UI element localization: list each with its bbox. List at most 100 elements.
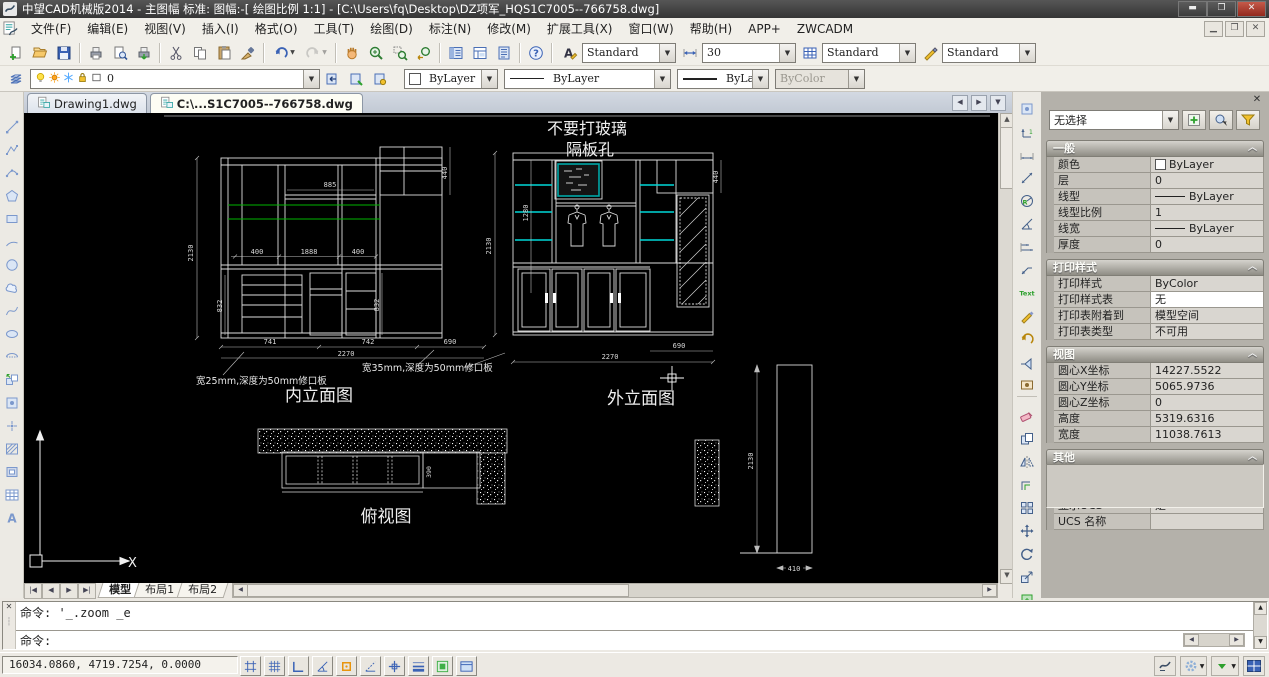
- layout-first-icon[interactable]: |◀: [24, 583, 42, 599]
- quick-select-icon[interactable]: [1209, 110, 1233, 130]
- offset-icon[interactable]: [1014, 474, 1040, 496]
- make-block-icon[interactable]: [1014, 98, 1040, 120]
- dimension-style-icon[interactable]: [1014, 351, 1040, 373]
- restore-button[interactable]: ❐: [1207, 1, 1236, 17]
- section-header[interactable]: 打印样式︿: [1046, 259, 1264, 276]
- text-icon[interactable]: Text: [1014, 282, 1040, 304]
- linear-dimension-icon[interactable]: [1014, 144, 1040, 166]
- make-block-icon[interactable]: [1, 392, 23, 414]
- tab-list-icon[interactable]: ▼: [990, 95, 1006, 111]
- menu-item[interactable]: 视图(V): [136, 18, 194, 40]
- command-close-icon[interactable]: ✕: [3, 602, 15, 611]
- layer-manager-icon[interactable]: [4, 67, 28, 91]
- menu-item[interactable]: 绘图(D): [362, 18, 421, 40]
- property-value[interactable]: 5319.6316: [1151, 411, 1264, 427]
- layout-next-icon[interactable]: ▶: [60, 583, 78, 599]
- linetype-combo[interactable]: ByLayer ▼: [504, 69, 671, 89]
- move-icon[interactable]: [1014, 520, 1040, 542]
- copy-icon[interactable]: [188, 41, 212, 65]
- horizontal-scroll-thumb[interactable]: [247, 584, 629, 597]
- ortho-toggle[interactable]: [288, 656, 309, 676]
- baseline-dimension-icon[interactable]: [1014, 236, 1040, 258]
- layout-tab-3[interactable]: 布局2: [177, 583, 229, 598]
- select-filter-icon[interactable]: [1236, 110, 1260, 130]
- help-icon[interactable]: ?: [524, 41, 548, 65]
- polar-toggle[interactable]: [312, 656, 333, 676]
- zoom-previous-icon[interactable]: [412, 41, 436, 65]
- copy-object-icon[interactable]: [1014, 428, 1040, 450]
- tab-scroll-right-icon[interactable]: ▶: [971, 95, 987, 111]
- scroll-right-icon[interactable]: ▶: [1229, 634, 1244, 646]
- ordinate-dimension-icon[interactable]: 1: [1014, 121, 1040, 143]
- command-hscrollbar[interactable]: ◀ ▶: [1183, 633, 1245, 647]
- scroll-up-icon[interactable]: ▲: [1254, 602, 1267, 615]
- property-value[interactable]: 11038.7613: [1151, 427, 1264, 443]
- menu-item[interactable]: 格式(O): [247, 18, 306, 40]
- settings-gear-icon[interactable]: ▼: [1180, 656, 1208, 676]
- property-value[interactable]: 0: [1151, 237, 1264, 253]
- pan-icon[interactable]: [340, 41, 364, 65]
- paste-icon[interactable]: [212, 41, 236, 65]
- property-value[interactable]: ByLayer: [1151, 221, 1264, 237]
- dropdown-arrow-icon[interactable]: ▼: [654, 70, 670, 88]
- dropdown-arrow-icon[interactable]: ▼: [303, 70, 319, 88]
- property-value[interactable]: 0: [1151, 173, 1264, 189]
- dropdown-arrow-icon[interactable]: ▼: [752, 70, 768, 88]
- color-combo[interactable]: ByLayer ▼: [404, 69, 498, 89]
- style-combo[interactable]: Standard▼: [942, 43, 1036, 63]
- scroll-right-icon[interactable]: ▶: [982, 584, 997, 597]
- dimension-edit-icon[interactable]: [1014, 305, 1040, 327]
- command-prompt-line[interactable]: 命令:: [16, 631, 1253, 649]
- snap-toggle[interactable]: [240, 656, 261, 676]
- match-properties-icon[interactable]: [236, 41, 260, 65]
- aligned-dimension-icon[interactable]: [1014, 167, 1040, 189]
- mirror-icon[interactable]: [1014, 451, 1040, 473]
- property-value[interactable]: 模型空间: [1151, 308, 1264, 324]
- property-value[interactable]: 1: [1151, 205, 1264, 221]
- design-center-icon[interactable]: [468, 41, 492, 65]
- layout-prev-icon[interactable]: ◀: [42, 583, 60, 599]
- quick-props-toggle[interactable]: [456, 656, 477, 676]
- layer-states-icon[interactable]: [344, 67, 368, 91]
- dropdown-arrow-icon[interactable]: ▼: [481, 70, 497, 88]
- undo-icon[interactable]: ▼: [268, 41, 300, 65]
- mleader-style-icon[interactable]: [918, 41, 942, 65]
- property-value[interactable]: ByLayer: [1151, 189, 1264, 205]
- dropdown-arrow-icon[interactable]: ▼: [899, 44, 915, 62]
- layer-previous-icon[interactable]: [320, 67, 344, 91]
- splitter-handle[interactable]: ┆: [3, 617, 15, 626]
- property-value[interactable]: 5065.9736: [1151, 379, 1264, 395]
- style-combo[interactable]: Standard▼: [582, 43, 676, 63]
- erase-icon[interactable]: [1014, 405, 1040, 427]
- spline-icon[interactable]: [1, 300, 23, 322]
- dropdown-arrow-icon[interactable]: ▼: [1019, 44, 1035, 62]
- panel-close-icon[interactable]: ✕: [1251, 94, 1263, 105]
- line-icon[interactable]: [1, 116, 23, 138]
- otrack-toggle[interactable]: [360, 656, 381, 676]
- menu-item[interactable]: 编辑(E): [79, 18, 136, 40]
- style-combo[interactable]: Standard▼: [822, 43, 916, 63]
- text-style-icon[interactable]: A: [558, 41, 582, 65]
- menu-item[interactable]: ZWCADM: [789, 18, 861, 40]
- canvas-vertical-scrollbar[interactable]: ▲ ▼: [998, 113, 1012, 583]
- fullscreen-icon[interactable]: [1243, 656, 1265, 676]
- ellipse-arc-icon[interactable]: [1, 346, 23, 368]
- arc-icon[interactable]: [1, 231, 23, 253]
- lineweight-combo[interactable]: ByLayer ▼: [677, 69, 769, 89]
- new-icon[interactable]: [4, 41, 28, 65]
- menu-item[interactable]: 插入(I): [194, 18, 247, 40]
- cut-icon[interactable]: [164, 41, 188, 65]
- polygon-icon[interactable]: [1, 185, 23, 207]
- open-icon[interactable]: [28, 41, 52, 65]
- model-toggle-toggle[interactable]: [432, 656, 453, 676]
- dropdown-arrow-icon[interactable]: ▼: [779, 44, 795, 62]
- menu-item[interactable]: 帮助(H): [682, 18, 740, 40]
- property-value[interactable]: 14227.5522: [1151, 363, 1264, 379]
- mtext-icon[interactable]: A: [1, 507, 23, 529]
- point-icon[interactable]: [1, 415, 23, 437]
- region-icon[interactable]: [1, 461, 23, 483]
- canvas-horizontal-scrollbar[interactable]: ◀ ▶: [232, 583, 998, 598]
- plot-preview-icon[interactable]: [108, 41, 132, 65]
- property-value[interactable]: 0: [1151, 395, 1264, 411]
- menu-item[interactable]: 窗口(W): [621, 18, 682, 40]
